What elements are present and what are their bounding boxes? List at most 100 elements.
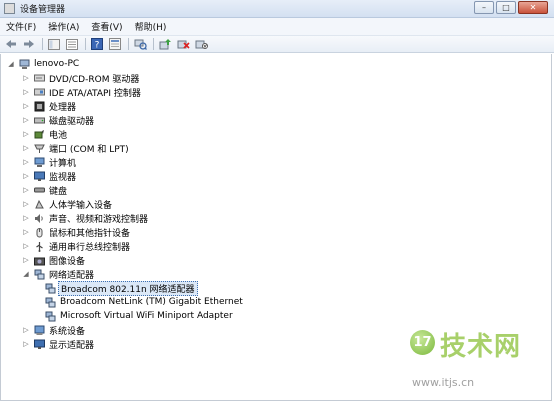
toolbar-separator [85, 38, 86, 50]
expand-arrow-icon[interactable]: ▷ [22, 102, 30, 110]
properties-icon[interactable] [108, 38, 122, 51]
category-label: 端口 (COM 和 LPT) [49, 144, 129, 155]
uninstall-icon[interactable] [176, 38, 190, 51]
forward-arrow-icon[interactable] [22, 38, 36, 51]
minimize-button[interactable]: – [474, 1, 494, 14]
tree-category-dvd[interactable]: ▷ DVD/CD-ROM 驱动器 [22, 71, 139, 85]
menu-view[interactable]: 查看(V) [85, 20, 128, 33]
expand-arrow-icon[interactable]: ▷ [22, 172, 30, 180]
device-label: Broadcom NetLink (TM) Gigabit Ethernet [60, 297, 243, 307]
ide-controller-icon [34, 87, 45, 98]
watermark-text: 技术网 [440, 332, 522, 362]
help-icon[interactable]: ? [90, 38, 104, 51]
update-driver-icon[interactable] [158, 38, 172, 51]
tree-category-hid[interactable]: ▷ 人体学输入设备 [22, 197, 112, 211]
tree-category-system[interactable]: ▷ 系统设备 [22, 323, 85, 337]
tree-category-battery[interactable]: ▷ 电池 [22, 127, 67, 141]
tree-category-disk[interactable]: ▷ 磁盘驱动器 [22, 113, 94, 127]
category-label: 通用串行总线控制器 [49, 242, 131, 253]
battery-icon [34, 129, 45, 140]
category-label: 电池 [49, 130, 68, 141]
network-card-icon [45, 297, 56, 308]
tree-root[interactable]: ◢ lenovo-PC [7, 57, 79, 71]
tree-category-display[interactable]: ▷ 显示适配器 [22, 337, 94, 351]
menu-action[interactable]: 操作(A) [42, 20, 85, 33]
expand-arrow-icon[interactable]: ▷ [22, 242, 30, 250]
expand-arrow-icon[interactable]: ▷ [22, 130, 30, 138]
imaging-icon [34, 255, 45, 266]
tree-root-label: lenovo-PC [34, 59, 80, 69]
computer-icon [34, 157, 45, 168]
expand-arrow-icon[interactable]: ▷ [22, 256, 30, 264]
tree-category-network[interactable]: ◢ 网络适配器 [22, 267, 94, 281]
expand-arrow-icon[interactable]: ▷ [22, 88, 30, 96]
device-manager-app-icon [4, 3, 15, 14]
processor-icon [34, 101, 45, 112]
console-tree-icon[interactable] [47, 38, 61, 51]
back-arrow-icon[interactable] [4, 38, 18, 51]
display-adapter-icon [34, 339, 45, 350]
collapse-arrow-icon[interactable]: ◢ [22, 270, 30, 278]
expand-arrow-icon[interactable]: ▷ [22, 144, 30, 152]
category-label: 人体学输入设备 [49, 200, 113, 211]
expand-arrow-icon[interactable]: ▷ [22, 228, 30, 236]
expand-arrow-icon[interactable]: ▷ [22, 158, 30, 166]
tree-category-keyboard[interactable]: ▷ 键盘 [22, 183, 67, 197]
tree-category-imaging[interactable]: ▷ 图像设备 [22, 253, 85, 267]
disk-drive-icon [34, 115, 45, 126]
scan-hardware-icon[interactable] [133, 38, 147, 51]
usb-icon [34, 241, 45, 252]
category-label: 声音、视频和游戏控制器 [49, 214, 149, 225]
device-item-microsoft-virtual-wifi[interactable]: Microsoft Virtual WiFi Miniport Adapter [45, 309, 233, 323]
hid-icon [34, 199, 45, 210]
category-label: 键盘 [49, 186, 68, 197]
tree-category-processor[interactable]: ▷ 处理器 [22, 99, 76, 113]
disable-device-icon[interactable] [194, 38, 208, 51]
expand-arrow-icon[interactable]: ▷ [22, 186, 30, 194]
tree-category-port[interactable]: ▷ 端口 (COM 和 LPT) [22, 141, 129, 155]
expand-arrow-icon[interactable]: ▷ [22, 74, 30, 82]
expand-arrow-icon[interactable]: ▷ [22, 214, 30, 222]
collapse-arrow-icon[interactable]: ◢ [7, 60, 15, 68]
expand-arrow-icon[interactable]: ▷ [22, 116, 30, 124]
close-button[interactable]: ✕ [518, 1, 548, 14]
category-label: IDE ATA/ATAPI 控制器 [49, 88, 141, 99]
tree-category-computer[interactable]: ▷ 计算机 [22, 155, 76, 169]
list-view-icon[interactable] [65, 38, 79, 51]
keyboard-icon [34, 185, 45, 196]
menu-help[interactable]: 帮助(H) [129, 20, 173, 33]
category-label: DVD/CD-ROM 驱动器 [49, 74, 140, 85]
tree-category-mouse[interactable]: ▷ 鼠标和其他指针设备 [22, 225, 130, 239]
tree-category-sound[interactable]: ▷ 声音、视频和游戏控制器 [22, 211, 148, 225]
tree-category-usb[interactable]: ▷ 通用串行总线控制器 [22, 239, 130, 253]
toolbar-separator [128, 38, 129, 50]
tree-category-ide[interactable]: ▷ IDE ATA/ATAPI 控制器 [22, 85, 141, 99]
expand-arrow-icon[interactable]: ▷ [22, 200, 30, 208]
expand-arrow-icon[interactable]: ▷ [22, 340, 30, 348]
menu-bar: 文件(F) 操作(A) 查看(V) 帮助(H) [0, 18, 554, 36]
network-card-icon [45, 311, 56, 322]
selected-device-label: Broadcom 802.11n 网络适配器 [58, 280, 198, 296]
toolbar-separator [153, 38, 154, 50]
computer-icon [19, 59, 30, 70]
sound-icon [34, 213, 45, 224]
disc-drive-icon [34, 73, 45, 84]
network-card-icon [45, 283, 56, 294]
device-item-broadcom-wifi[interactable]: Broadcom 802.11n 网络适配器 [45, 280, 198, 296]
system-device-icon [34, 325, 45, 336]
category-label: 监视器 [49, 172, 77, 183]
category-label: 计算机 [49, 158, 77, 169]
window-controls: – □ ✕ [474, 1, 548, 14]
category-label: 系统设备 [49, 326, 86, 337]
menu-file[interactable]: 文件(F) [0, 20, 42, 33]
expand-arrow-icon[interactable]: ▷ [22, 326, 30, 334]
port-icon [34, 143, 45, 154]
category-label: 显示适配器 [49, 340, 95, 351]
tree-category-monitor[interactable]: ▷ 监视器 [22, 169, 76, 183]
window-title: 设备管理器 [20, 5, 66, 15]
maximize-button[interactable]: □ [496, 1, 516, 14]
device-item-broadcom-ethernet[interactable]: Broadcom NetLink (TM) Gigabit Ethernet [45, 295, 243, 309]
category-label: 图像设备 [49, 256, 86, 267]
category-label: 鼠标和其他指针设备 [49, 228, 131, 239]
toolbar-separator [42, 38, 43, 50]
